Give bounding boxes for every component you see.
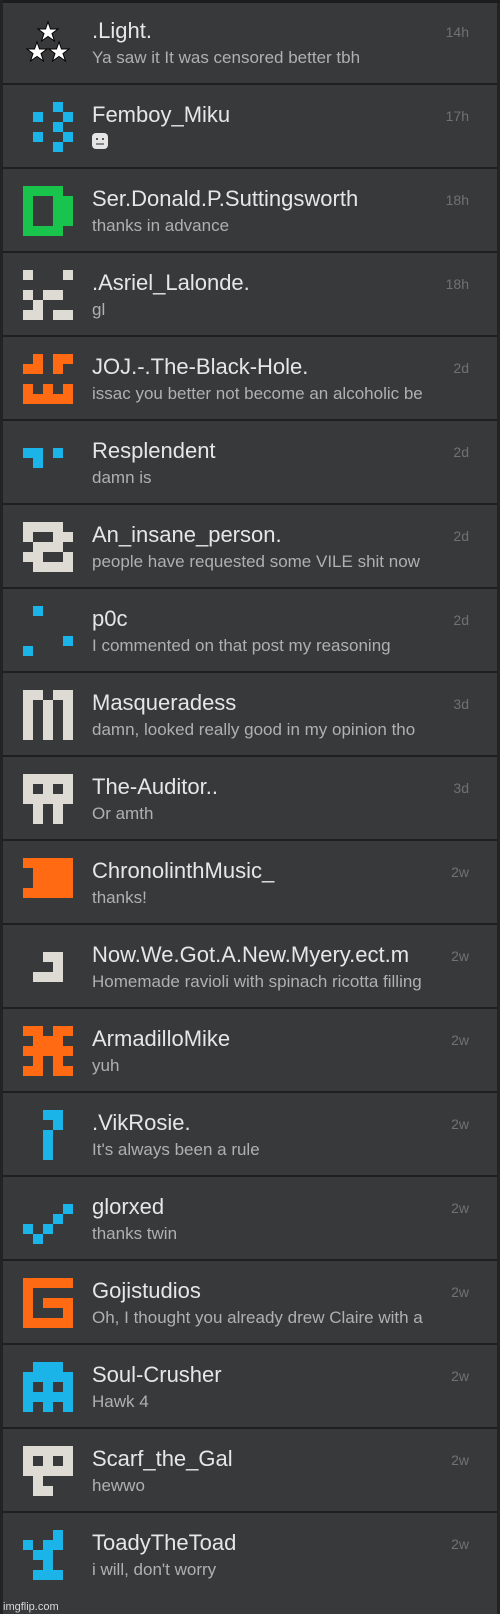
conversation-name: ChronolinthMusic_	[92, 858, 275, 883]
conversation-row[interactable]: An_insane_person. people have requested …	[3, 507, 497, 589]
conversation-time: 2w	[451, 1536, 469, 1552]
conversation-time: 2w	[451, 1032, 469, 1048]
conversation-row[interactable]: JOJ.-.The-Black-Hole. issac you better n…	[3, 339, 497, 421]
conversation-time: 3d	[453, 780, 469, 796]
conversation-preview: I commented on that post my reasoning	[92, 636, 391, 655]
conversation-preview	[92, 131, 475, 153]
conversation-name: .VikRosie.	[92, 1110, 191, 1135]
conversation-name: Femboy_Miku	[92, 102, 231, 127]
pixel-pattern-icon	[23, 186, 73, 236]
conversation-preview: i will, don't worry	[92, 1560, 217, 1579]
watermark: imgflip.com	[3, 1601, 59, 1613]
conversation-row[interactable]: .Asriel_Lalonde. gl 18h	[3, 255, 497, 337]
conversation-row[interactable]: .VikRosie. It's always been a rule 2w	[3, 1095, 497, 1177]
conversation-name: Now.We.Got.A.New.Myery.ect.m	[92, 942, 410, 967]
conversation-time: 2d	[453, 528, 469, 544]
conversation-list: .Light. Ya saw it It was censored better…	[0, 0, 500, 1614]
stars-icon	[23, 18, 73, 68]
conversation-time: 18h	[445, 276, 469, 292]
conversation-preview: Hawk 4	[92, 1392, 149, 1411]
conversation-time: 2w	[451, 1368, 469, 1384]
pixel-pattern-icon	[23, 942, 73, 992]
conversation-preview: hewwo	[92, 1476, 145, 1495]
conversation-time: 2w	[451, 1200, 469, 1216]
conversation-row[interactable]: Ser.Donald.P.Suttingsworth thanks in adv…	[3, 171, 497, 253]
conversation-time: 2d	[453, 612, 469, 628]
conversation-preview: people have requested some VILE shit now	[92, 552, 420, 571]
conversation-row[interactable]: .Light. Ya saw it It was censored better…	[3, 3, 497, 85]
conversation-row[interactable]: p0c I commented on that post my reasonin…	[3, 591, 497, 673]
conversation-row[interactable]: ArmadilloMike yuh 2w	[3, 1011, 497, 1093]
conversation-name: .Light.	[92, 18, 152, 43]
conversation-name: JOJ.-.The-Black-Hole.	[92, 354, 309, 379]
conversation-row[interactable]: glorxed thanks twin 2w	[3, 1179, 497, 1261]
conversation-time: 2w	[451, 1452, 469, 1468]
sticker-emoji-icon	[92, 133, 108, 149]
pixel-pattern-icon	[23, 1194, 73, 1244]
conversation-preview: yuh	[92, 1056, 120, 1075]
pixel-pattern-icon	[23, 606, 73, 656]
pixel-pattern-icon	[23, 1278, 73, 1328]
conversation-row[interactable]: Soul-Crusher Hawk 4 2w	[3, 1347, 497, 1429]
conversation-name: ToadyTheToad	[92, 1530, 237, 1555]
conversation-time: 3d	[453, 696, 469, 712]
pixel-pattern-icon	[23, 438, 73, 488]
conversation-time: 2w	[451, 1284, 469, 1300]
conversation-preview: Homemade ravioli with spinach ricotta fi…	[92, 972, 422, 991]
conversation-row[interactable]: The-Auditor.. Or amth 3d	[3, 759, 497, 841]
conversation-name: ArmadilloMike	[92, 1026, 231, 1051]
conversation-name: Soul-Crusher	[92, 1362, 222, 1387]
conversation-row[interactable]: Masqueradess damn, looked really good in…	[3, 675, 497, 757]
pixel-pattern-icon	[23, 1362, 73, 1412]
conversation-row[interactable]: ToadyTheToad i will, don't worry 2w	[3, 1515, 497, 1614]
conversation-row[interactable]: Femboy_Miku 17h	[3, 87, 497, 169]
pixel-pattern-icon	[23, 270, 73, 320]
conversation-time: 2w	[451, 1116, 469, 1132]
conversation-name: An_insane_person.	[92, 522, 282, 547]
conversation-name: p0c	[92, 606, 128, 631]
conversation-preview: damn, looked really good in my opinion t…	[92, 720, 416, 739]
conversation-name: Scarf_the_Gal	[92, 1446, 233, 1471]
conversation-row[interactable]: Resplendent damn is 2d	[3, 423, 497, 505]
conversation-row[interactable]: Now.We.Got.A.New.Myery.ect.m Homemade ra…	[3, 927, 497, 1009]
conversation-time: 2d	[453, 360, 469, 376]
pixel-pattern-icon	[23, 522, 73, 572]
conversation-name: Ser.Donald.P.Suttingsworth	[92, 186, 359, 211]
conversation-name: Gojistudios	[92, 1278, 201, 1303]
conversation-time: 14h	[445, 24, 469, 40]
pixel-pattern-icon	[23, 1026, 73, 1076]
pixel-pattern-icon	[23, 1530, 73, 1580]
conversation-time: 17h	[445, 108, 469, 124]
conversation-preview: thanks!	[92, 888, 147, 907]
conversation-name: Masqueradess	[92, 690, 237, 715]
pixel-pattern-icon	[23, 858, 73, 908]
conversation-name: Resplendent	[92, 438, 216, 463]
conversation-preview: thanks twin	[92, 1224, 178, 1243]
conversation-time: 2d	[453, 444, 469, 460]
conversation-name: .Asriel_Lalonde.	[92, 270, 250, 295]
conversation-preview: It's always been a rule	[92, 1140, 260, 1159]
conversation-row[interactable]: ChronolinthMusic_ thanks! 2w	[3, 843, 497, 925]
conversation-preview: issac you better not become an alcoholic…	[92, 384, 423, 403]
conversation-preview: Ya saw it It was censored better tbh	[92, 48, 361, 67]
conversation-name: glorxed	[92, 1194, 165, 1219]
pixel-pattern-icon	[23, 354, 73, 404]
conversation-time: 18h	[445, 192, 469, 208]
conversation-name: The-Auditor..	[92, 774, 218, 799]
pixel-pattern-icon	[23, 774, 73, 824]
pixel-pattern-icon	[23, 1446, 73, 1496]
conversation-preview: gl	[92, 300, 106, 319]
conversation-row[interactable]: Scarf_the_Gal hewwo 2w	[3, 1431, 497, 1513]
conversation-preview: Oh, I thought you already drew Claire wi…	[92, 1308, 423, 1327]
conversation-time: 2w	[451, 864, 469, 880]
pixel-pattern-icon	[23, 1110, 73, 1160]
conversation-time: 2w	[451, 948, 469, 964]
pixel-pattern-icon	[23, 102, 73, 152]
pixel-pattern-icon	[23, 690, 73, 740]
conversation-preview: Or amth	[92, 804, 154, 823]
conversation-preview: damn is	[92, 468, 152, 487]
conversation-row[interactable]: Gojistudios Oh, I thought you already dr…	[3, 1263, 497, 1345]
conversation-preview: thanks in advance	[92, 216, 230, 235]
